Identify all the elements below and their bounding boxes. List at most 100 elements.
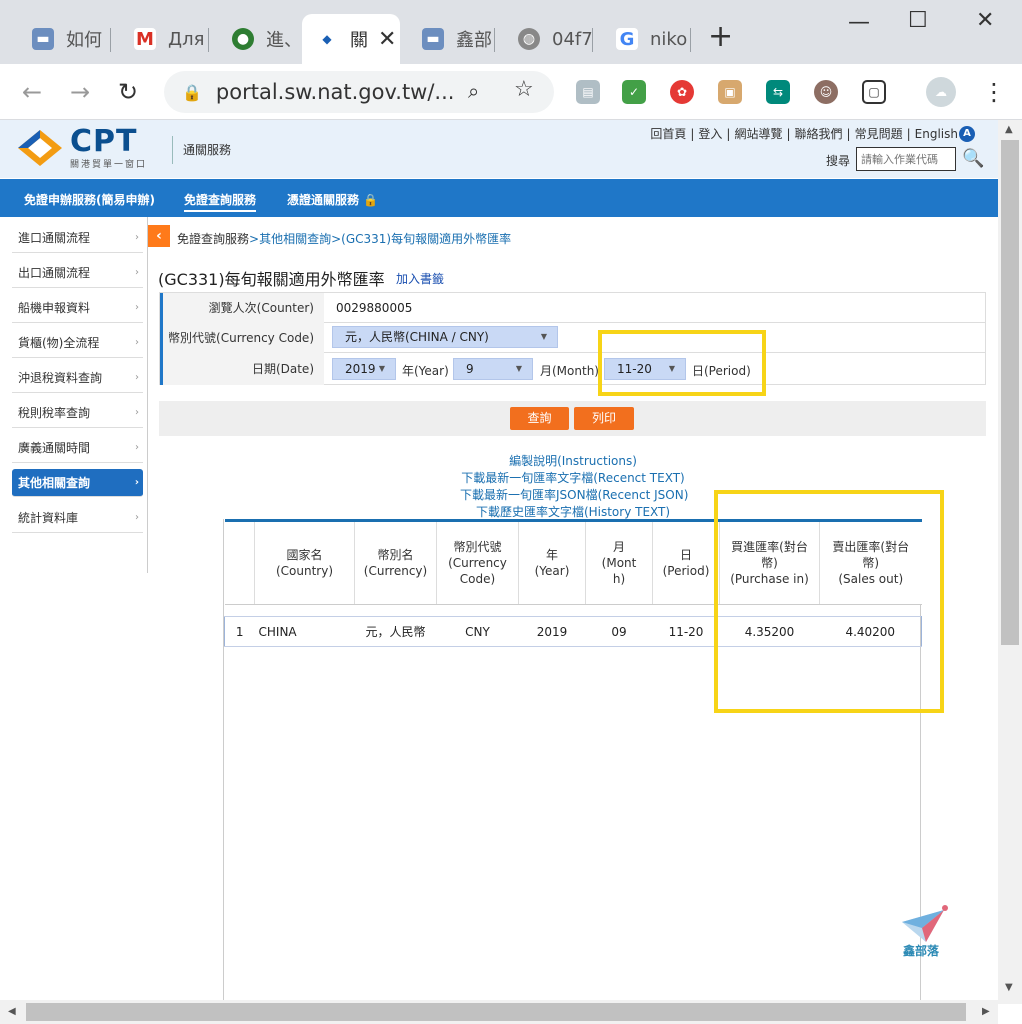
new-tab-button[interactable]: + bbox=[708, 22, 733, 52]
browser-tab[interactable]: G niko bbox=[594, 14, 688, 64]
login-link[interactable]: 登入 bbox=[694, 127, 726, 141]
sidebar-item-clearance-time[interactable]: 廣義通關時間 › bbox=[12, 433, 143, 463]
scroll-up-arrow-icon[interactable]: ▲ bbox=[1005, 124, 1013, 135]
sitemap-link[interactable]: 網站導覽 bbox=[730, 127, 786, 141]
sidebar-item-label: 其他相關查詢 bbox=[18, 476, 91, 490]
sidebar-item-vessel[interactable]: 船機申報資料 › bbox=[12, 293, 143, 323]
chevron-right-icon: › bbox=[135, 407, 139, 418]
extension-icon[interactable]: ✿ bbox=[670, 80, 694, 104]
vertical-scrollbar-thumb[interactable] bbox=[1001, 140, 1019, 645]
sidebar-item-export[interactable]: 出口通關流程 › bbox=[12, 258, 143, 288]
extension-icon[interactable]: ▣ bbox=[718, 80, 742, 104]
bookmark-star-icon[interactable]: ☆ bbox=[514, 77, 534, 102]
dropdown-caret-icon: ▼ bbox=[515, 364, 522, 373]
tab-label: 進、 bbox=[266, 30, 302, 51]
cell-month: 09 bbox=[585, 616, 653, 647]
breadcrumb-separator: > bbox=[249, 232, 260, 246]
close-window-button[interactable]: ✕ bbox=[976, 8, 994, 33]
browser-tab[interactable]: ◍ 04f7 bbox=[496, 14, 592, 64]
year-select[interactable]: 2019 ▼ bbox=[332, 358, 396, 380]
chevron-right-icon: › bbox=[135, 232, 139, 243]
search-icon[interactable]: 🔍 bbox=[962, 148, 984, 169]
capture-icon[interactable]: ▢ bbox=[862, 80, 886, 104]
back-button[interactable]: ← bbox=[22, 78, 42, 106]
search-input[interactable] bbox=[856, 147, 956, 171]
breadcrumb-item[interactable]: 免證查詢服務 bbox=[177, 232, 249, 246]
sidebar-item-tariff[interactable]: 稅則稅率查詢 › bbox=[12, 398, 143, 428]
sidebar-item-import[interactable]: 進口通關流程 › bbox=[12, 223, 143, 253]
nav-item-cert-clearance[interactable]: 憑證通關服務 🔒 bbox=[287, 191, 378, 208]
scroll-down-arrow-icon[interactable]: ▼ bbox=[1005, 982, 1013, 993]
download-recent-json-link[interactable]: 下載最新一旬匯率JSON檔(Recenct JSON) bbox=[460, 486, 688, 503]
browser-tab[interactable]: ▬ 鑫部 bbox=[400, 14, 494, 64]
extension-icon[interactable]: ☺ bbox=[814, 80, 838, 104]
accessibility-icon[interactable]: A bbox=[959, 126, 975, 142]
tab-separator bbox=[110, 28, 111, 52]
sidebar: 進口通關流程 › 出口通關流程 › 船機申報資料 › 貨櫃(物)全流程 › 沖退稅資料查… bbox=[0, 217, 148, 573]
extension-icon[interactable]: ⇆ bbox=[766, 80, 790, 104]
reload-button[interactable]: ↻ bbox=[118, 78, 138, 106]
currency-label: 幣別代號(Currency Code) bbox=[160, 323, 324, 353]
maximize-button[interactable]: ☐ bbox=[908, 8, 928, 33]
home-link[interactable]: 回首頁 bbox=[646, 127, 690, 141]
close-tab-icon[interactable]: ✕ bbox=[378, 27, 396, 52]
menu-icon[interactable]: ⋮ bbox=[982, 78, 1006, 106]
zoom-icon[interactable]: ⌕ bbox=[468, 79, 479, 103]
address-bar[interactable]: 🔒 portal.sw.nat.gov.tw/... ⌕ ☆ bbox=[164, 71, 554, 113]
collapse-sidebar-button[interactable]: ‹ bbox=[148, 225, 170, 247]
forward-button[interactable]: → bbox=[70, 78, 90, 106]
breadcrumb: 免證查詢服務>其他相關查詢>(GC331)每旬報關適用外幣匯率 bbox=[177, 230, 511, 247]
extension-icon[interactable]: ✓ bbox=[622, 80, 646, 104]
faq-link[interactable]: 常見問題 bbox=[851, 127, 907, 141]
header-label: 年 (Year) bbox=[534, 548, 570, 578]
extension-icon[interactable]: ▤ bbox=[576, 80, 600, 104]
instructions-link[interactable]: 編製說明(Instructions) bbox=[460, 452, 686, 469]
cpt-icon: ◆ bbox=[316, 28, 338, 50]
profile-avatar[interactable]: ☁ bbox=[926, 77, 956, 107]
breadcrumb-item[interactable]: 其他相關查詢 bbox=[259, 232, 331, 246]
query-button[interactable]: 查詢 bbox=[510, 407, 569, 430]
sidebar-item-drawback[interactable]: 沖退稅資料查詢 › bbox=[12, 363, 143, 393]
currency-select[interactable]: 元，人民幣(CHINA / CNY) ▼ bbox=[332, 326, 558, 348]
browser-tab[interactable]: ● 進、 bbox=[210, 14, 302, 64]
header-label: 國家名 (Country) bbox=[275, 548, 334, 578]
chevron-right-icon: › bbox=[135, 512, 139, 523]
url-text[interactable]: portal.sw.nat.gov.tw/... bbox=[216, 80, 455, 104]
english-link[interactable]: English bbox=[911, 127, 962, 141]
chevron-right-icon: › bbox=[135, 302, 139, 313]
gmail-icon: M bbox=[134, 28, 156, 50]
scroll-right-arrow-icon[interactable]: ▶ bbox=[982, 1006, 990, 1017]
nav-item-query[interactable]: 免證查詢服務 bbox=[184, 191, 257, 212]
tab-label: Для bbox=[168, 28, 205, 50]
month-select[interactable]: 9 ▼ bbox=[453, 358, 533, 380]
browser-tab[interactable]: M Для bbox=[112, 14, 208, 64]
download-history-text-link[interactable]: 下載歷史匯率文字檔(History TEXT) bbox=[460, 503, 686, 520]
nav-item-simple-apply[interactable]: 免證申辦服務(簡易申辦) bbox=[24, 191, 155, 208]
cpt-logo-icon[interactable] bbox=[16, 128, 64, 168]
scroll-left-arrow-icon[interactable]: ◀ bbox=[8, 1006, 16, 1017]
minimize-button[interactable]: — bbox=[848, 10, 870, 35]
header-label: 幣別名 (Currency) bbox=[363, 548, 428, 578]
contact-link[interactable]: 聯絡我們 bbox=[791, 127, 847, 141]
add-bookmark-link[interactable]: 加入書籤 bbox=[396, 270, 444, 287]
cell-year: 2019 bbox=[518, 616, 586, 647]
download-recent-text-link[interactable]: 下載最新一旬匯率文字檔(Recenct TEXT) bbox=[460, 469, 686, 486]
print-button[interactable]: 列印 bbox=[574, 407, 634, 430]
nav-label: 憑證通關服務 bbox=[287, 193, 360, 207]
lock-icon: 🔒 bbox=[182, 82, 202, 102]
horizontal-scrollbar-thumb[interactable] bbox=[26, 1003, 966, 1021]
tab-label: 如何 bbox=[66, 30, 102, 51]
tab-label: niko bbox=[650, 28, 688, 50]
sidebar-item-label: 進口通關流程 bbox=[18, 231, 91, 245]
sidebar-item-other-query[interactable]: 其他相關查詢 › bbox=[12, 469, 143, 497]
period-highlight-box bbox=[598, 330, 766, 396]
month-select-value: 9 bbox=[466, 362, 474, 376]
browser-tab[interactable]: ▬ 如何 bbox=[10, 14, 104, 64]
browser-tab-active[interactable]: ◆ 關 ✕ bbox=[302, 14, 400, 64]
column-header-currency: 幣別名 (Currency) bbox=[354, 519, 437, 605]
sidebar-item-statistics[interactable]: 統計資料庫 › bbox=[12, 503, 143, 533]
logo-text[interactable]: CPT bbox=[70, 124, 137, 159]
form-row-currency: 幣別代號(Currency Code) 元，人民幣(CHINA / CNY) ▼ bbox=[160, 323, 985, 353]
sidebar-item-container[interactable]: 貨櫃(物)全流程 › bbox=[12, 328, 143, 358]
top-links: 回首頁 | 登入 | 網站導覽 | 聯絡我們 | 常見問題 | English bbox=[646, 125, 962, 142]
